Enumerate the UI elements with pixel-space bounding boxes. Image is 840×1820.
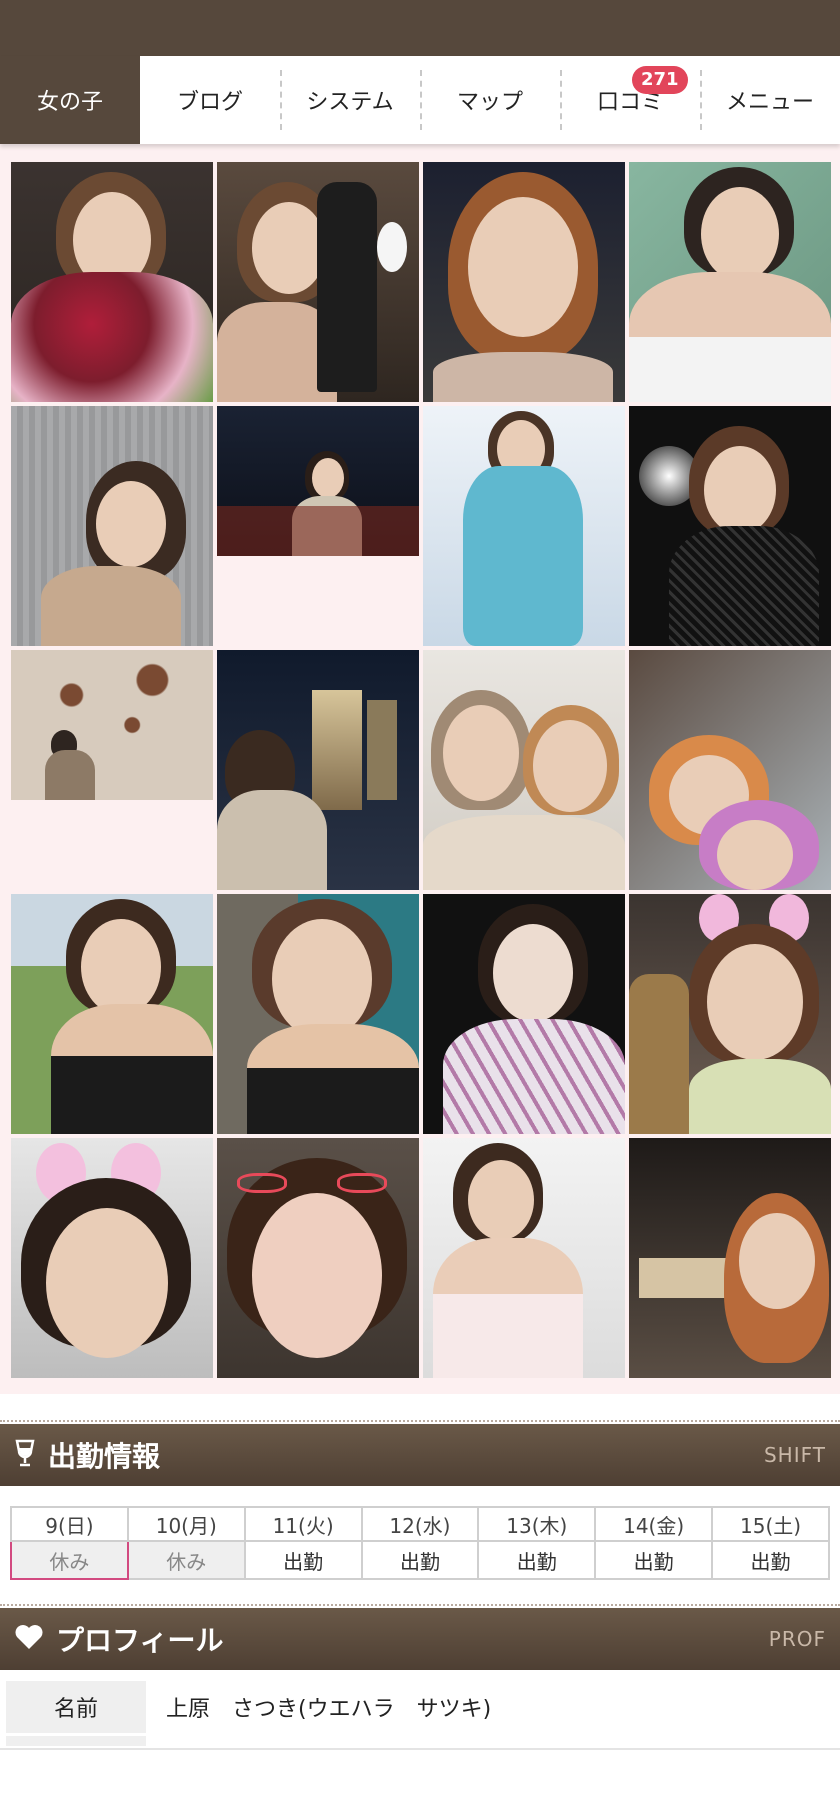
gallery-photo[interactable] xyxy=(629,650,831,890)
gallery-photo[interactable] xyxy=(11,650,213,800)
day-header: 15(土) xyxy=(711,1506,830,1542)
tab-menu-label: メニュー xyxy=(725,90,814,115)
gallery-photo[interactable] xyxy=(217,894,419,1134)
shift-table-wrap: 9(日) 10(月) 11(火) 12(水) 13(木) 14(金) 15(土)… xyxy=(0,1486,840,1598)
shift-status: 出勤 xyxy=(594,1540,714,1580)
gallery-photo[interactable] xyxy=(629,1138,831,1378)
gallery-photo[interactable] xyxy=(629,894,831,1134)
shift-status: 出勤 xyxy=(243,1540,363,1580)
gallery-photo[interactable] xyxy=(423,894,625,1134)
tab-menu[interactable]: メニュー xyxy=(700,56,840,144)
profile-title: プロフィール xyxy=(56,1624,224,1657)
gallery-photo[interactable] xyxy=(217,1138,419,1378)
shift-title-en: SHIFT xyxy=(763,1443,826,1467)
gallery-photo[interactable] xyxy=(217,406,419,556)
tab-blog-label: ブログ xyxy=(176,90,243,115)
gallery-photo[interactable] xyxy=(217,162,419,402)
shift-table: 9(日) 10(月) 11(火) 12(水) 13(木) 14(金) 15(土)… xyxy=(10,1506,830,1580)
gallery-photo[interactable] xyxy=(423,406,625,646)
day-header: 13(木) xyxy=(477,1506,597,1542)
heart-icon xyxy=(14,1624,44,1654)
profile-divider xyxy=(0,1748,840,1750)
shift-status: 休み xyxy=(126,1540,246,1580)
shift-status: 休み xyxy=(10,1540,129,1580)
gallery-photo[interactable] xyxy=(11,894,213,1134)
tab-reviews[interactable]: 口コミ 271 xyxy=(560,56,700,144)
gallery-photo[interactable] xyxy=(423,1138,625,1378)
gallery-cell xyxy=(217,406,419,646)
tab-girls-label: 女の子 xyxy=(36,90,103,115)
day-header: 14(金) xyxy=(594,1506,714,1542)
profile-name-label: 名前 xyxy=(6,1681,146,1733)
shift-header: 出勤情報 SHIFT xyxy=(0,1424,840,1486)
day-header: 12(水) xyxy=(360,1506,480,1542)
shift-status: 出勤 xyxy=(711,1540,830,1580)
tab-map-label: マップ xyxy=(456,90,523,115)
day-header: 10(月) xyxy=(126,1506,246,1542)
section-divider xyxy=(0,1394,840,1424)
photo-gallery xyxy=(0,144,840,1394)
tab-map[interactable]: マップ xyxy=(420,56,560,144)
day-header: 9(日) xyxy=(10,1506,129,1542)
profile-title-en: PROF xyxy=(768,1627,826,1651)
gallery-photo[interactable] xyxy=(11,406,213,646)
tab-system-label: システム xyxy=(306,90,394,115)
tab-girls[interactable]: 女の子 xyxy=(0,56,140,144)
profile-name-row: 名前 上原 さつき(ウエハラ サツキ) xyxy=(0,1678,840,1736)
gallery-photo[interactable] xyxy=(629,162,831,402)
profile-next-row xyxy=(6,1736,146,1746)
reviews-count-badge: 271 xyxy=(632,66,688,94)
shift-status: 出勤 xyxy=(477,1540,597,1580)
gallery-photo[interactable] xyxy=(423,162,625,402)
gallery-photo[interactable] xyxy=(629,406,831,646)
wine-glass-icon xyxy=(14,1439,36,1471)
profile-name-value: 上原 さつき(ウエハラ サツキ) xyxy=(166,1697,492,1722)
gallery-photo[interactable] xyxy=(217,650,419,890)
tab-blog[interactable]: ブログ xyxy=(140,56,280,144)
main-tabs: 女の子 ブログ システム マップ 口コミ 271 メニュー xyxy=(0,56,840,144)
top-bar xyxy=(0,0,840,56)
day-header: 11(火) xyxy=(243,1506,363,1542)
gallery-photo[interactable] xyxy=(11,1138,213,1378)
shift-status: 出勤 xyxy=(360,1540,480,1580)
profile-header: プロフィール PROF xyxy=(0,1608,840,1670)
section-divider xyxy=(0,1598,840,1608)
gallery-cell xyxy=(11,650,213,890)
gallery-photo[interactable] xyxy=(11,162,213,402)
gallery-photo[interactable] xyxy=(423,650,625,890)
shift-title: 出勤情報 xyxy=(48,1440,161,1473)
tab-system[interactable]: システム xyxy=(280,56,420,144)
